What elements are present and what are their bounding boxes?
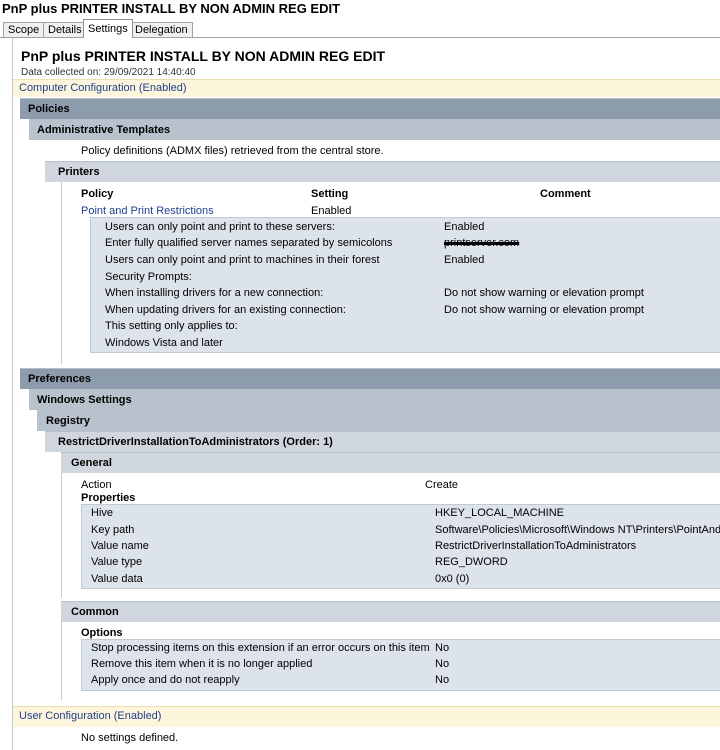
property-value: Software\Policies\Microsoft\Windows NT\P… — [435, 524, 720, 536]
general-header[interactable]: General — [61, 452, 720, 473]
property-value: 0x0 (0) — [435, 573, 470, 585]
preferences-header[interactable]: Preferences — [20, 368, 720, 389]
column-comment: Comment — [540, 188, 591, 200]
policy-link-point-and-print[interactable]: Point and Print Restrictions — [81, 205, 214, 217]
registry-item-header[interactable]: RestrictDriverInstallationToAdministrato… — [45, 431, 720, 452]
detail-value-redacted: printserver.com — [444, 237, 520, 249]
property-label: Hive — [91, 507, 114, 519]
collected-timestamp: Data collected on: 29/09/2021 14:40:40 — [21, 67, 196, 78]
detail-value: Do not show warning or elevation prompt — [444, 287, 644, 299]
windows-settings-header[interactable]: Windows Settings — [29, 389, 720, 410]
detail-label: When installing drivers for a new connec… — [105, 287, 324, 299]
printers-label: Printers — [58, 166, 100, 178]
detail-label: Users can only point and print to machin… — [105, 254, 380, 266]
property-value: RestrictDriverInstallationToAdministrato… — [435, 540, 637, 552]
tab-details[interactable]: Details — [43, 22, 87, 37]
preferences-label: Preferences — [28, 373, 91, 385]
no-settings-note: No settings defined. — [81, 732, 179, 744]
property-label: Value type — [91, 556, 143, 568]
detail-label: Windows Vista and later — [105, 337, 223, 349]
report-title: PnP plus PRINTER INSTALL BY NON ADMIN RE… — [21, 48, 386, 64]
printers-header[interactable]: Printers — [45, 161, 720, 182]
detail-value: Enabled — [444, 254, 485, 266]
user-configuration-header[interactable]: User Configuration (Enabled) — [13, 706, 720, 727]
general-label: General — [71, 457, 112, 469]
option-value: No — [435, 674, 450, 686]
properties-label: Properties — [81, 492, 136, 504]
detail-label: Enter fully qualified server names separ… — [105, 237, 393, 249]
option-label: Stop processing items on this extension … — [91, 642, 430, 654]
property-value: REG_DWORD — [435, 556, 508, 568]
property-label: Key path — [91, 524, 135, 536]
policy-setting-value: Enabled — [311, 205, 352, 217]
registry-header[interactable]: Registry — [37, 410, 720, 431]
policies-label: Policies — [28, 103, 70, 115]
policies-header[interactable]: Policies — [20, 98, 720, 119]
common-label: Common — [71, 606, 119, 618]
windows-settings-label: Windows Settings — [37, 394, 132, 406]
options-label: Options — [81, 627, 123, 639]
admin-templates-label: Administrative Templates — [37, 124, 171, 136]
option-value: No — [435, 658, 450, 670]
property-label: Value name — [91, 540, 149, 552]
window-title: PnP plus PRINTER INSTALL BY NON ADMIN RE… — [2, 1, 341, 16]
tab-scope[interactable]: Scope — [3, 22, 45, 37]
option-label: Remove this item when it is no longer ap… — [91, 658, 313, 670]
user-configuration-label: User Configuration (Enabled) — [19, 710, 162, 722]
action-value: Create — [425, 479, 459, 491]
admx-note: Policy definitions (ADMX files) retrieve… — [81, 145, 384, 157]
detail-label: Security Prompts: — [105, 271, 192, 283]
option-label: Apply once and do not reapply — [91, 674, 240, 686]
detail-value: Do not show warning or elevation prompt — [444, 304, 644, 316]
property-label: Value data — [91, 573, 143, 585]
property-value: HKEY_LOCAL_MACHINE — [435, 507, 564, 519]
computer-configuration-header[interactable]: Computer Configuration (Enabled) — [13, 79, 720, 97]
option-value: No — [435, 642, 450, 654]
common-header[interactable]: Common — [61, 601, 720, 622]
tab-settings[interactable]: Settings — [83, 19, 133, 38]
registry-item-label: RestrictDriverInstallationToAdministrato… — [58, 436, 333, 448]
detail-label: Users can only point and print to these … — [105, 221, 335, 233]
action-label: Action — [81, 479, 112, 491]
detail-label: When updating drivers for an existing co… — [105, 304, 346, 316]
detail-label: This setting only applies to: — [105, 320, 238, 332]
registry-label: Registry — [46, 415, 91, 427]
detail-value: Enabled — [444, 221, 485, 233]
column-setting: Setting — [311, 188, 349, 200]
column-policy: Policy — [81, 188, 114, 200]
tab-delegation[interactable]: Delegation — [130, 22, 193, 37]
computer-configuration-label: Computer Configuration (Enabled) — [19, 82, 187, 94]
admin-templates-header[interactable]: Administrative Templates — [29, 119, 720, 140]
